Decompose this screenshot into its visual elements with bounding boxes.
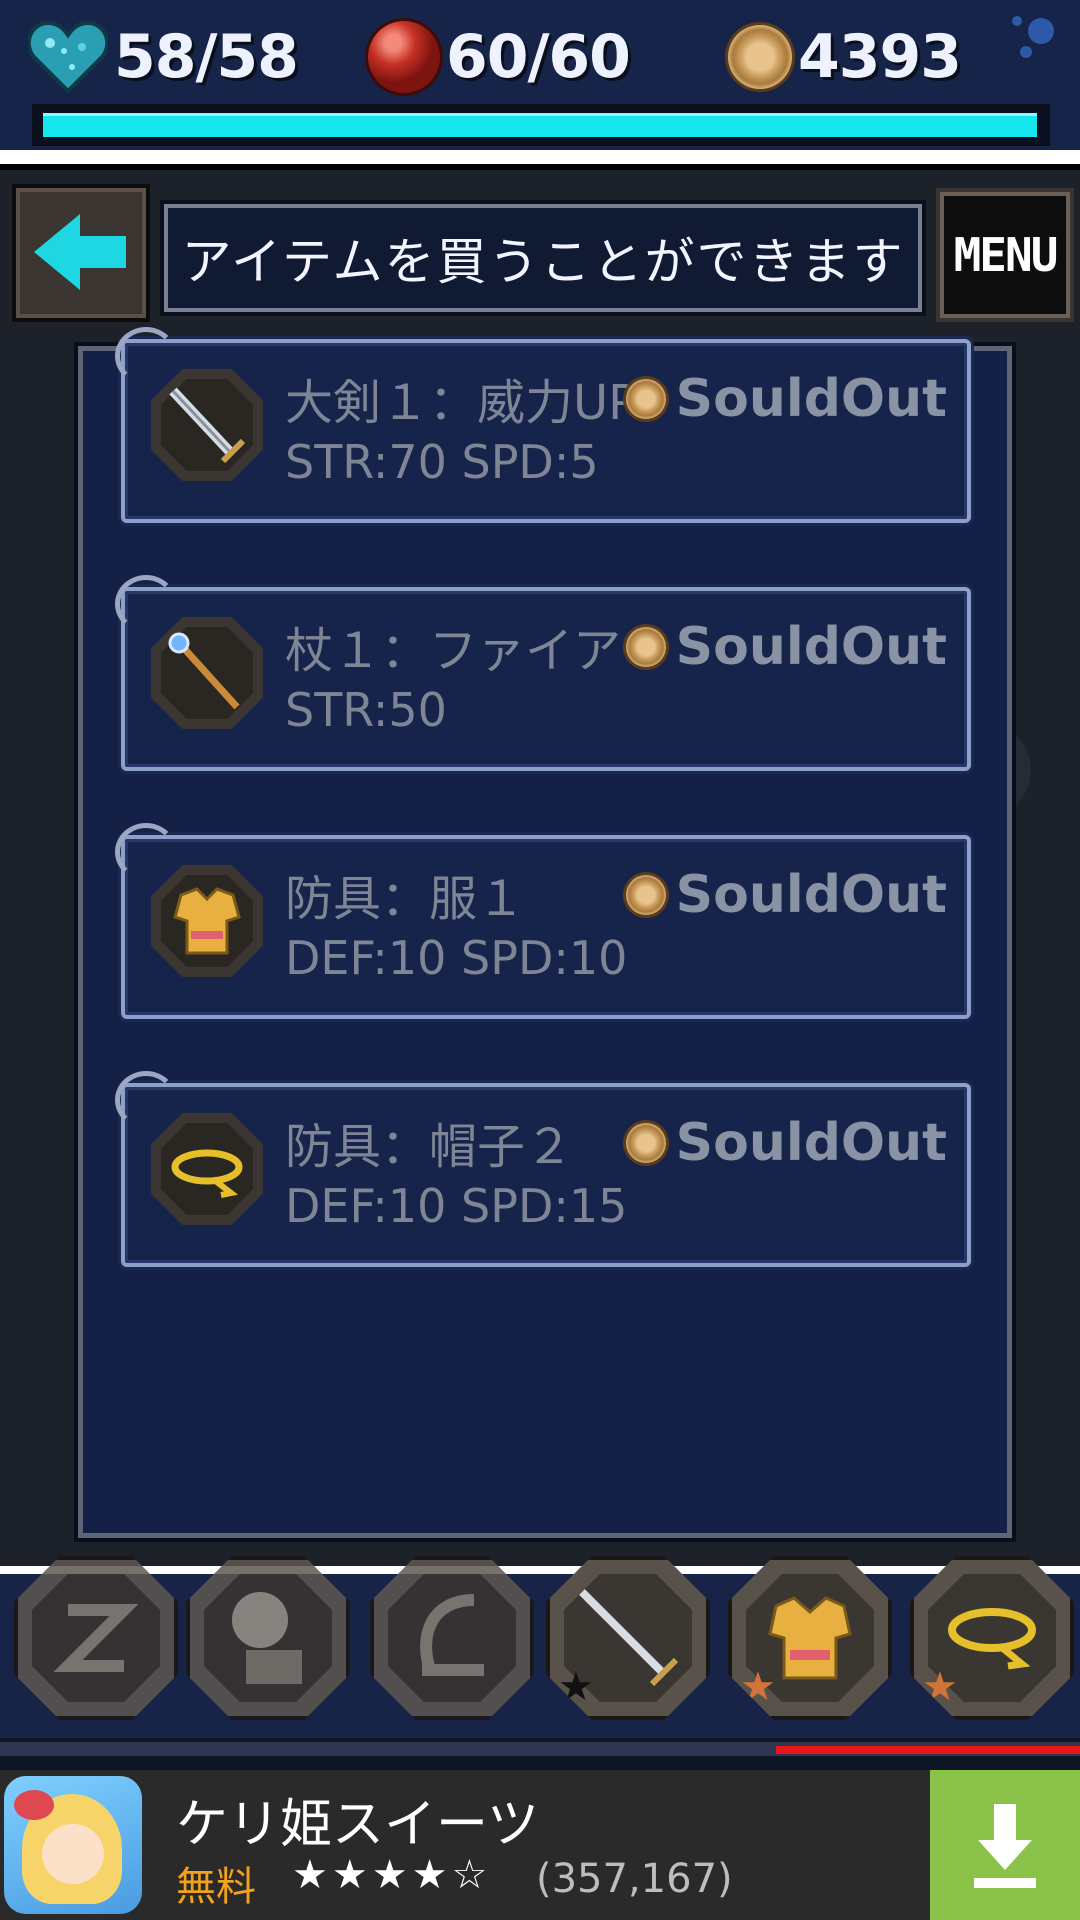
mp-stat: 60/60 <box>368 14 631 100</box>
shop-header: アイテムを買うことができます MENU <box>0 184 1080 324</box>
item-name: 大剣１：威力UP <box>285 375 638 431</box>
hat-icon <box>151 1113 263 1225</box>
back-arrow-shaft <box>78 236 126 268</box>
ad-price: 無料 <box>176 1864 256 1910</box>
coin-icon <box>625 875 666 915</box>
greatsword-icon <box>151 369 263 481</box>
item-name: 防具：帽子２ <box>285 1119 574 1175</box>
locked-slot-icon <box>53 1604 139 1672</box>
shop-title-box: アイテムを買うことができます <box>164 204 922 312</box>
equip-slot-clothes[interactable]: ★ <box>728 1556 892 1720</box>
swirl-ornament <box>115 327 177 385</box>
coin-icon <box>625 379 666 419</box>
download-icon <box>994 1804 1016 1844</box>
coin-icon <box>625 627 666 667</box>
ad-banner[interactable]: ケリ姫スイーツ 無料 ★★★★☆ (357,167) <box>0 1770 1080 1920</box>
ad-download-button[interactable] <box>930 1770 1080 1920</box>
equip-slot-3[interactable] <box>370 1556 534 1720</box>
item-price-label: SouldOut <box>675 865 947 925</box>
item-name: 杖１：ファイア <box>285 623 622 679</box>
locked-companion-icon <box>232 1592 302 1684</box>
coin-icon <box>625 1123 666 1163</box>
divider <box>0 150 1080 164</box>
divider <box>0 1566 1080 1574</box>
heart-icon <box>26 20 110 94</box>
hp-value: 58/58 <box>114 22 299 92</box>
ad-rating-stars: ★★★★☆ <box>292 1852 492 1898</box>
hp-stat: 58/58 <box>26 14 299 100</box>
swirl-ornament <box>115 575 177 633</box>
hp-bar <box>32 104 1050 146</box>
bubbles-decoration <box>1006 10 1066 70</box>
shop-item-hat[interactable]: 防具：帽子２ DEF:10 SPD:15 SouldOut <box>115 1071 971 1267</box>
staff-icon <box>151 617 263 729</box>
back-arrow-icon <box>34 214 80 290</box>
swirl-ornament <box>115 1071 177 1129</box>
item-stats: DEF:10 SPD:15 <box>285 1179 628 1233</box>
swirl-ornament <box>115 823 177 881</box>
shop-item-staff[interactable]: 杖１：ファイア STR:50 SouldOut <box>115 575 971 771</box>
item-price: SouldOut <box>625 617 947 677</box>
progress-red-line <box>776 1746 1080 1754</box>
clothes-icon <box>151 865 263 977</box>
item-stats: STR:50 <box>285 683 447 737</box>
menu-button[interactable]: MENU <box>936 188 1074 322</box>
item-price: SouldOut <box>625 369 947 429</box>
item-price: SouldOut <box>625 865 947 925</box>
back-button[interactable] <box>12 184 150 322</box>
equip-slot-2[interactable] <box>186 1556 350 1720</box>
item-price-label: SouldOut <box>675 369 947 429</box>
gold-stat: 4393 <box>728 14 962 100</box>
item-stats: DEF:10 SPD:10 <box>285 931 628 985</box>
item-stats: STR:70 SPD:5 <box>285 435 599 489</box>
equip-slot-hat[interactable]: ★ <box>910 1556 1074 1720</box>
mp-value: 60/60 <box>446 22 631 92</box>
red-orb-icon <box>368 21 440 93</box>
ad-review-count: (357,167) <box>536 1856 733 1902</box>
item-name: 防具：服１ <box>285 871 526 927</box>
hp-bar-fill <box>43 113 1037 137</box>
page-title: アイテムを買うことができます <box>181 233 905 291</box>
ad-title[interactable]: ケリ姫スイーツ <box>176 1782 539 1857</box>
equip-slot-1[interactable] <box>14 1556 178 1720</box>
menu-label: MENU <box>953 228 1059 282</box>
equip-slot-sword[interactable]: ★ <box>546 1556 710 1720</box>
shop-item-list: 大剣１：威力UP STR:70 SPD:5 SouldOut 杖１：ファイア S… <box>78 327 1012 1538</box>
locked-slot-icon <box>420 1594 484 1676</box>
item-price-label: SouldOut <box>675 1113 947 1173</box>
shop-item-greatsword[interactable]: 大剣１：威力UP STR:70 SPD:5 SouldOut <box>115 327 971 523</box>
coin-icon <box>728 25 792 89</box>
ad-app-icon[interactable] <box>4 1776 142 1914</box>
status-bar: 58/58 60/60 4393 <box>0 0 1080 150</box>
item-price: SouldOut <box>625 1113 947 1173</box>
shop-item-clothes[interactable]: 防具：服１ DEF:10 SPD:10 SouldOut <box>115 823 971 1019</box>
gold-value: 4393 <box>798 22 962 92</box>
item-price-label: SouldOut <box>675 617 947 677</box>
